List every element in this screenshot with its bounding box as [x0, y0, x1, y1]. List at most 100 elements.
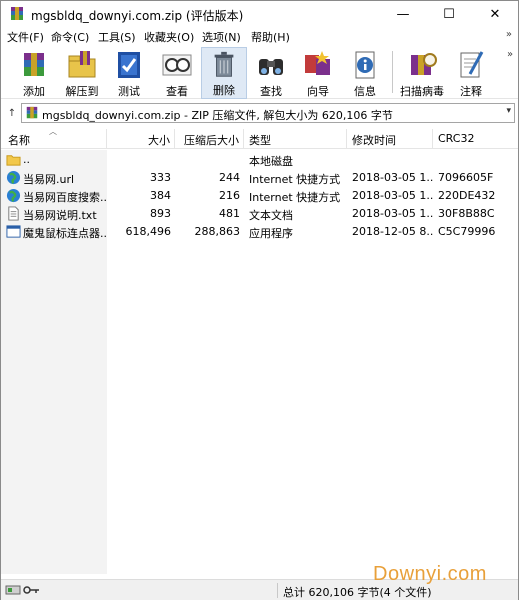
row-name: .. — [23, 153, 30, 166]
toolbar-delete-button[interactable]: 删除 — [201, 47, 247, 99]
column-size-label: 大小 — [148, 134, 170, 147]
column-crc32[interactable]: CRC32 — [433, 129, 518, 149]
menu-overflow-icon[interactable]: » — [506, 29, 512, 40]
column-modified-label: 修改时间 — [352, 134, 396, 147]
row-packed: 481 — [219, 207, 240, 220]
row-packed: 244 — [219, 171, 240, 184]
row-type: 本地磁盘 — [249, 155, 293, 168]
toolbar-add-label: 添加 — [23, 85, 45, 98]
table-row[interactable]: 当易网.url 333 244 Internet 快捷方式 2018-03-05… — [1, 169, 518, 187]
watermark: Downyi.com — [373, 563, 487, 585]
menu-favorites[interactable]: 收藏夹(O) — [144, 29, 194, 45]
menu-help[interactable]: 帮助(H) — [251, 29, 290, 45]
winrar-app-icon — [11, 7, 23, 20]
toolbar-add-button[interactable]: 添加 — [11, 47, 57, 99]
row-name: 当易网说明.txt — [23, 209, 97, 222]
winrar-window: mgsbldq_downyi.com.zip (评估版本) — ☐ ✕ 文件(F… — [0, 0, 519, 600]
maximize-button[interactable]: ☐ — [426, 1, 472, 27]
toolbar-wizard-button[interactable]: 向导 — [295, 47, 341, 99]
extract-to-icon — [68, 51, 96, 78]
toolbar-info-button[interactable]: 信息 — [342, 47, 388, 99]
view-icon — [162, 54, 192, 76]
address-field[interactable]: mgsbldq_downyi.com.zip - ZIP 压缩文件, 解包大小为… — [21, 103, 515, 123]
row-size: 893 — [150, 207, 171, 220]
status-total: 总计 620,106 字节(4 个文件) — [283, 586, 432, 599]
toolbar-delete-label: 删除 — [213, 84, 235, 97]
status-separator — [277, 583, 278, 598]
row-type: 应用程序 — [249, 227, 293, 240]
column-packed-label: 压缩后大小 — [184, 134, 239, 147]
window-title: mgsbldq_downyi.com.zip (评估版本) — [31, 9, 244, 23]
menu-tools[interactable]: 工具(S) — [98, 29, 136, 45]
info-icon — [355, 51, 375, 79]
toolbar: 添加 解压到 测试 查看 删除 查找 向导 信息 扫描病毒 注释 » — [1, 47, 518, 99]
address-bar: ↑ mgsbldq_downyi.com.zip - ZIP 压缩文件, 解包大… — [1, 99, 518, 127]
column-modified[interactable]: 修改时间 — [347, 129, 433, 149]
internet-shortcut-icon — [6, 170, 21, 185]
column-type[interactable]: 类型 — [244, 129, 347, 149]
close-button[interactable]: ✕ — [472, 1, 518, 27]
toolbar-test-label: 测试 — [118, 85, 140, 98]
toolbar-comment-button[interactable]: 注释 — [448, 47, 494, 99]
find-icon — [259, 59, 283, 75]
row-size: 333 — [150, 171, 171, 184]
table-row[interactable]: .. 本地磁盘 — [1, 151, 518, 169]
internet-shortcut-icon — [6, 188, 21, 203]
add-archive-icon — [24, 53, 44, 76]
toolbar-info-label: 信息 — [354, 85, 376, 98]
archive-icon — [26, 106, 38, 119]
row-type: Internet 快捷方式 — [249, 173, 341, 186]
text-file-icon — [8, 206, 19, 221]
row-crc: 30F8B88C — [438, 207, 495, 220]
toolbar-virus-scan-label: 扫描病毒 — [400, 85, 444, 98]
minimize-button[interactable]: — — [380, 1, 426, 27]
table-row[interactable]: 当易网说明.txt 893 481 文本文档 2018-03-05 1... 3… — [1, 205, 518, 223]
toolbar-virus-scan-button[interactable]: 扫描病毒 — [397, 47, 447, 99]
row-name: 当易网.url — [23, 173, 75, 186]
toolbar-test-button[interactable]: 测试 — [106, 47, 152, 99]
row-type: Internet 快捷方式 — [249, 191, 341, 204]
row-packed: 288,863 — [194, 225, 241, 238]
row-modified: 2018-12-05 8... — [352, 225, 433, 238]
file-list: .. 本地磁盘 当易网.url 333 244 Internet 快捷方式 20… — [1, 150, 518, 574]
address-text: mgsbldq_downyi.com.zip - ZIP 压缩文件, 解包大小为… — [42, 109, 393, 122]
close-icon: ✕ — [489, 6, 501, 22]
menu-command[interactable]: 命令(C) — [51, 29, 89, 45]
up-folder-button[interactable]: ↑ — [5, 104, 19, 122]
sort-ascending-icon: ︿ — [49, 127, 57, 136]
column-packed[interactable]: 压缩后大小 — [175, 129, 244, 149]
toolbar-overflow-icon[interactable]: » — [507, 49, 513, 60]
row-size: 618,496 — [125, 225, 172, 238]
menu-options[interactable]: 选项(N) — [202, 29, 241, 45]
toolbar-find-label: 查找 — [260, 85, 282, 98]
column-name[interactable]: 名称 ︿ — [1, 127, 107, 149]
application-icon — [6, 225, 21, 238]
toolbar-find-button[interactable]: 查找 — [248, 47, 294, 99]
title-bar[interactable]: mgsbldq_downyi.com.zip (评估版本) — ☐ ✕ — [1, 1, 518, 27]
up-arrow-icon: ↑ — [7, 107, 17, 119]
row-modified: 2018-03-05 1... — [352, 171, 433, 184]
delete-icon — [214, 51, 234, 77]
toolbar-extract-button[interactable]: 解压到 — [59, 47, 105, 99]
table-row[interactable]: 当易网百度搜索.... 384 216 Internet 快捷方式 2018-0… — [1, 187, 518, 205]
row-modified: 2018-03-05 1... — [352, 207, 433, 220]
toolbar-wizard-label: 向导 — [307, 85, 329, 98]
column-size[interactable]: 大小 — [107, 129, 175, 149]
test-icon — [118, 52, 140, 78]
maximize-icon: ☐ — [443, 6, 455, 22]
row-size: 384 — [150, 189, 171, 202]
row-packed: 216 — [219, 189, 240, 202]
menu-file[interactable]: 文件(F) — [7, 29, 44, 45]
row-name: 当易网百度搜索.... — [23, 191, 107, 204]
menu-bar: 文件(F) 命令(C) 工具(S) 收藏夹(O) 选项(N) 帮助(H) » — [1, 27, 518, 47]
column-crc32-label: CRC32 — [438, 132, 475, 145]
drive-key-icon — [5, 585, 39, 595]
folder-icon — [6, 155, 21, 166]
column-name-label: 名称 — [8, 134, 30, 147]
dropdown-arrow-icon[interactable]: ▾ — [506, 106, 511, 116]
column-type-label: 类型 — [249, 134, 271, 147]
table-row[interactable]: 魔鬼鼠标连点器.... 618,496 288,863 应用程序 2018-12… — [1, 223, 518, 241]
toolbar-view-button[interactable]: 查看 — [154, 47, 200, 99]
file-list-header: 名称 ︿ 大小 压缩后大小 类型 修改时间 CRC32 — [1, 127, 518, 149]
row-modified: 2018-03-05 1... — [352, 189, 433, 202]
